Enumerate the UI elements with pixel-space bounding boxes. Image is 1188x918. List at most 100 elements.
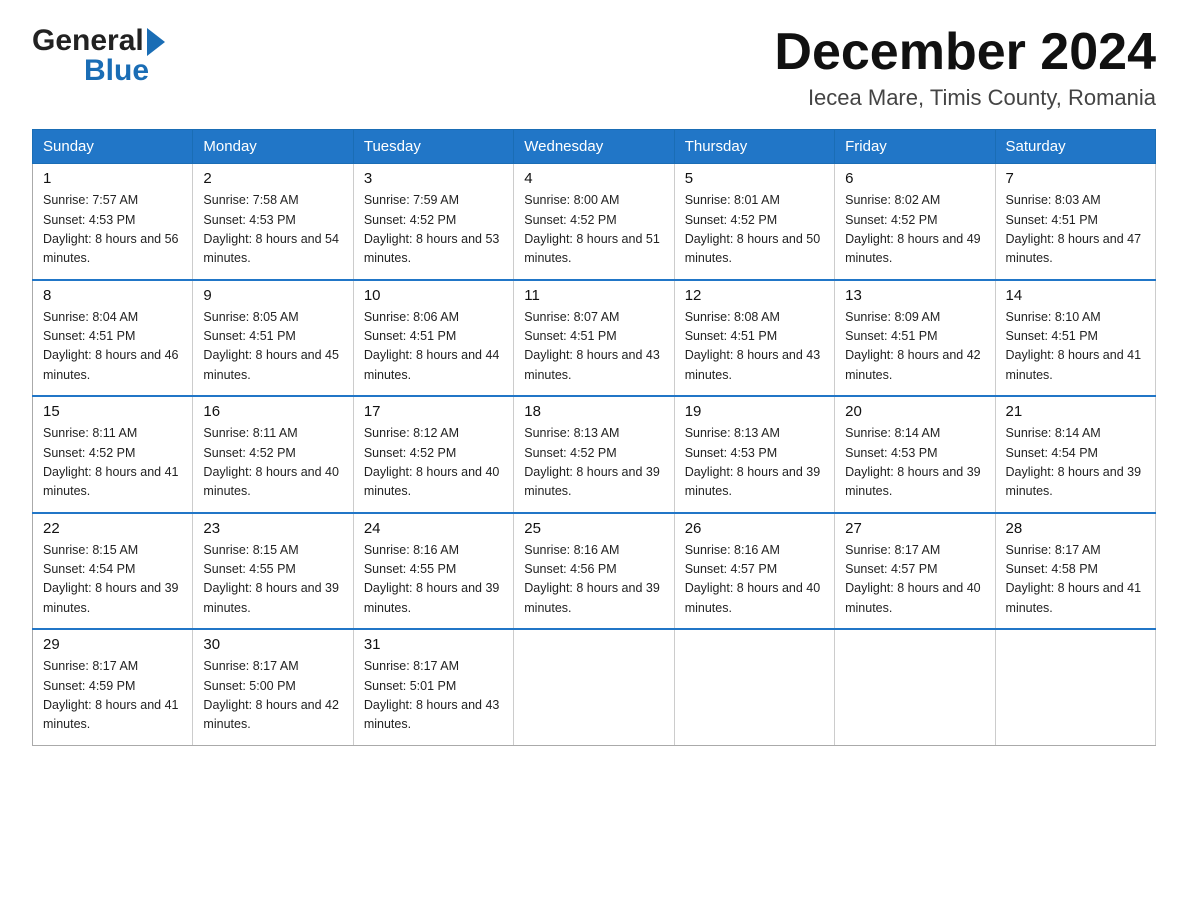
- day-info: Sunrise: 8:17 AMSunset: 4:58 PMDaylight:…: [1006, 543, 1142, 615]
- day-info: Sunrise: 8:11 AMSunset: 4:52 PMDaylight:…: [203, 426, 339, 498]
- day-info: Sunrise: 7:58 AMSunset: 4:53 PMDaylight:…: [203, 193, 339, 265]
- day-number: 27: [845, 520, 984, 537]
- title-section: December 2024 Iecea Mare, Timis County, …: [774, 24, 1156, 111]
- day-info: Sunrise: 8:13 AMSunset: 4:52 PMDaylight:…: [524, 426, 660, 498]
- calendar-week-row: 8 Sunrise: 8:04 AMSunset: 4:51 PMDayligh…: [33, 280, 1156, 397]
- logo-triangle-icon: [147, 28, 165, 56]
- calendar-day-cell: 20 Sunrise: 8:14 AMSunset: 4:53 PMDaylig…: [835, 396, 995, 513]
- day-number: 6: [845, 170, 984, 187]
- day-info: Sunrise: 7:59 AMSunset: 4:52 PMDaylight:…: [364, 193, 500, 265]
- day-number: 18: [524, 403, 663, 420]
- day-info: Sunrise: 8:17 AMSunset: 5:01 PMDaylight:…: [364, 659, 500, 731]
- calendar-week-row: 1 Sunrise: 7:57 AMSunset: 4:53 PMDayligh…: [33, 164, 1156, 280]
- day-number: 26: [685, 520, 824, 537]
- calendar-day-cell: 31 Sunrise: 8:17 AMSunset: 5:01 PMDaylig…: [353, 629, 513, 745]
- day-info: Sunrise: 8:11 AMSunset: 4:52 PMDaylight:…: [43, 426, 179, 498]
- calendar-day-cell: 17 Sunrise: 8:12 AMSunset: 4:52 PMDaylig…: [353, 396, 513, 513]
- calendar-day-cell: 29 Sunrise: 8:17 AMSunset: 4:59 PMDaylig…: [33, 629, 193, 745]
- day-number: 9: [203, 287, 342, 304]
- day-number: 14: [1006, 287, 1145, 304]
- calendar-day-cell: [674, 629, 834, 745]
- day-info: Sunrise: 8:03 AMSunset: 4:51 PMDaylight:…: [1006, 193, 1142, 265]
- calendar-day-cell: 27 Sunrise: 8:17 AMSunset: 4:57 PMDaylig…: [835, 513, 995, 630]
- day-info: Sunrise: 8:12 AMSunset: 4:52 PMDaylight:…: [364, 426, 500, 498]
- calendar-day-cell: 21 Sunrise: 8:14 AMSunset: 4:54 PMDaylig…: [995, 396, 1155, 513]
- weekday-header-sunday: Sunday: [33, 130, 193, 164]
- day-number: 1: [43, 170, 182, 187]
- calendar-day-cell: 11 Sunrise: 8:07 AMSunset: 4:51 PMDaylig…: [514, 280, 674, 397]
- day-info: Sunrise: 8:16 AMSunset: 4:56 PMDaylight:…: [524, 543, 660, 615]
- day-info: Sunrise: 8:01 AMSunset: 4:52 PMDaylight:…: [685, 193, 821, 265]
- weekday-header-row: SundayMondayTuesdayWednesdayThursdayFrid…: [33, 130, 1156, 164]
- calendar-day-cell: 24 Sunrise: 8:16 AMSunset: 4:55 PMDaylig…: [353, 513, 513, 630]
- weekday-header-wednesday: Wednesday: [514, 130, 674, 164]
- calendar-table: SundayMondayTuesdayWednesdayThursdayFrid…: [32, 129, 1156, 746]
- day-number: 4: [524, 170, 663, 187]
- month-year-title: December 2024: [774, 24, 1156, 81]
- calendar-week-row: 29 Sunrise: 8:17 AMSunset: 4:59 PMDaylig…: [33, 629, 1156, 745]
- calendar-day-cell: 23 Sunrise: 8:15 AMSunset: 4:55 PMDaylig…: [193, 513, 353, 630]
- weekday-header-thursday: Thursday: [674, 130, 834, 164]
- day-info: Sunrise: 8:17 AMSunset: 5:00 PMDaylight:…: [203, 659, 339, 731]
- calendar-day-cell: 6 Sunrise: 8:02 AMSunset: 4:52 PMDayligh…: [835, 164, 995, 280]
- day-number: 16: [203, 403, 342, 420]
- calendar-day-cell: 25 Sunrise: 8:16 AMSunset: 4:56 PMDaylig…: [514, 513, 674, 630]
- calendar-day-cell: 28 Sunrise: 8:17 AMSunset: 4:58 PMDaylig…: [995, 513, 1155, 630]
- day-number: 17: [364, 403, 503, 420]
- calendar-day-cell: 10 Sunrise: 8:06 AMSunset: 4:51 PMDaylig…: [353, 280, 513, 397]
- day-number: 19: [685, 403, 824, 420]
- calendar-day-cell: 5 Sunrise: 8:01 AMSunset: 4:52 PMDayligh…: [674, 164, 834, 280]
- weekday-header-monday: Monday: [193, 130, 353, 164]
- calendar-day-cell: 3 Sunrise: 7:59 AMSunset: 4:52 PMDayligh…: [353, 164, 513, 280]
- day-number: 30: [203, 636, 342, 653]
- calendar-day-cell: 9 Sunrise: 8:05 AMSunset: 4:51 PMDayligh…: [193, 280, 353, 397]
- day-info: Sunrise: 8:07 AMSunset: 4:51 PMDaylight:…: [524, 310, 660, 382]
- calendar-day-cell: 30 Sunrise: 8:17 AMSunset: 5:00 PMDaylig…: [193, 629, 353, 745]
- day-number: 31: [364, 636, 503, 653]
- day-info: Sunrise: 8:06 AMSunset: 4:51 PMDaylight:…: [364, 310, 500, 382]
- day-number: 12: [685, 287, 824, 304]
- day-info: Sunrise: 8:05 AMSunset: 4:51 PMDaylight:…: [203, 310, 339, 382]
- weekday-header-tuesday: Tuesday: [353, 130, 513, 164]
- day-info: Sunrise: 8:15 AMSunset: 4:55 PMDaylight:…: [203, 543, 339, 615]
- day-info: Sunrise: 8:16 AMSunset: 4:57 PMDaylight:…: [685, 543, 821, 615]
- weekday-header-saturday: Saturday: [995, 130, 1155, 164]
- calendar-day-cell: 4 Sunrise: 8:00 AMSunset: 4:52 PMDayligh…: [514, 164, 674, 280]
- calendar-day-cell: 8 Sunrise: 8:04 AMSunset: 4:51 PMDayligh…: [33, 280, 193, 397]
- calendar-week-row: 15 Sunrise: 8:11 AMSunset: 4:52 PMDaylig…: [33, 396, 1156, 513]
- day-info: Sunrise: 8:02 AMSunset: 4:52 PMDaylight:…: [845, 193, 981, 265]
- day-number: 3: [364, 170, 503, 187]
- day-info: Sunrise: 8:14 AMSunset: 4:53 PMDaylight:…: [845, 426, 981, 498]
- calendar-day-cell: 19 Sunrise: 8:13 AMSunset: 4:53 PMDaylig…: [674, 396, 834, 513]
- day-number: 22: [43, 520, 182, 537]
- calendar-week-row: 22 Sunrise: 8:15 AMSunset: 4:54 PMDaylig…: [33, 513, 1156, 630]
- calendar-day-cell: 22 Sunrise: 8:15 AMSunset: 4:54 PMDaylig…: [33, 513, 193, 630]
- calendar-day-cell: 15 Sunrise: 8:11 AMSunset: 4:52 PMDaylig…: [33, 396, 193, 513]
- day-number: 2: [203, 170, 342, 187]
- day-number: 25: [524, 520, 663, 537]
- day-info: Sunrise: 7:57 AMSunset: 4:53 PMDaylight:…: [43, 193, 179, 265]
- day-number: 11: [524, 287, 663, 304]
- calendar-day-cell: 13 Sunrise: 8:09 AMSunset: 4:51 PMDaylig…: [835, 280, 995, 397]
- calendar-day-cell: 16 Sunrise: 8:11 AMSunset: 4:52 PMDaylig…: [193, 396, 353, 513]
- day-number: 10: [364, 287, 503, 304]
- location-subtitle: Iecea Mare, Timis County, Romania: [774, 85, 1156, 111]
- calendar-day-cell: 1 Sunrise: 7:57 AMSunset: 4:53 PMDayligh…: [33, 164, 193, 280]
- calendar-day-cell: [835, 629, 995, 745]
- day-number: 24: [364, 520, 503, 537]
- day-info: Sunrise: 8:17 AMSunset: 4:59 PMDaylight:…: [43, 659, 179, 731]
- day-info: Sunrise: 8:09 AMSunset: 4:51 PMDaylight:…: [845, 310, 981, 382]
- day-info: Sunrise: 8:00 AMSunset: 4:52 PMDaylight:…: [524, 193, 660, 265]
- calendar-day-cell: 2 Sunrise: 7:58 AMSunset: 4:53 PMDayligh…: [193, 164, 353, 280]
- calendar-day-cell: 14 Sunrise: 8:10 AMSunset: 4:51 PMDaylig…: [995, 280, 1155, 397]
- day-number: 29: [43, 636, 182, 653]
- page-header: General Blue December 2024 Iecea Mare, T…: [32, 24, 1156, 111]
- calendar-day-cell: 7 Sunrise: 8:03 AMSunset: 4:51 PMDayligh…: [995, 164, 1155, 280]
- day-info: Sunrise: 8:08 AMSunset: 4:51 PMDaylight:…: [685, 310, 821, 382]
- day-info: Sunrise: 8:17 AMSunset: 4:57 PMDaylight:…: [845, 543, 981, 615]
- day-info: Sunrise: 8:15 AMSunset: 4:54 PMDaylight:…: [43, 543, 179, 615]
- day-number: 7: [1006, 170, 1145, 187]
- day-number: 28: [1006, 520, 1145, 537]
- weekday-header-friday: Friday: [835, 130, 995, 164]
- calendar-day-cell: 12 Sunrise: 8:08 AMSunset: 4:51 PMDaylig…: [674, 280, 834, 397]
